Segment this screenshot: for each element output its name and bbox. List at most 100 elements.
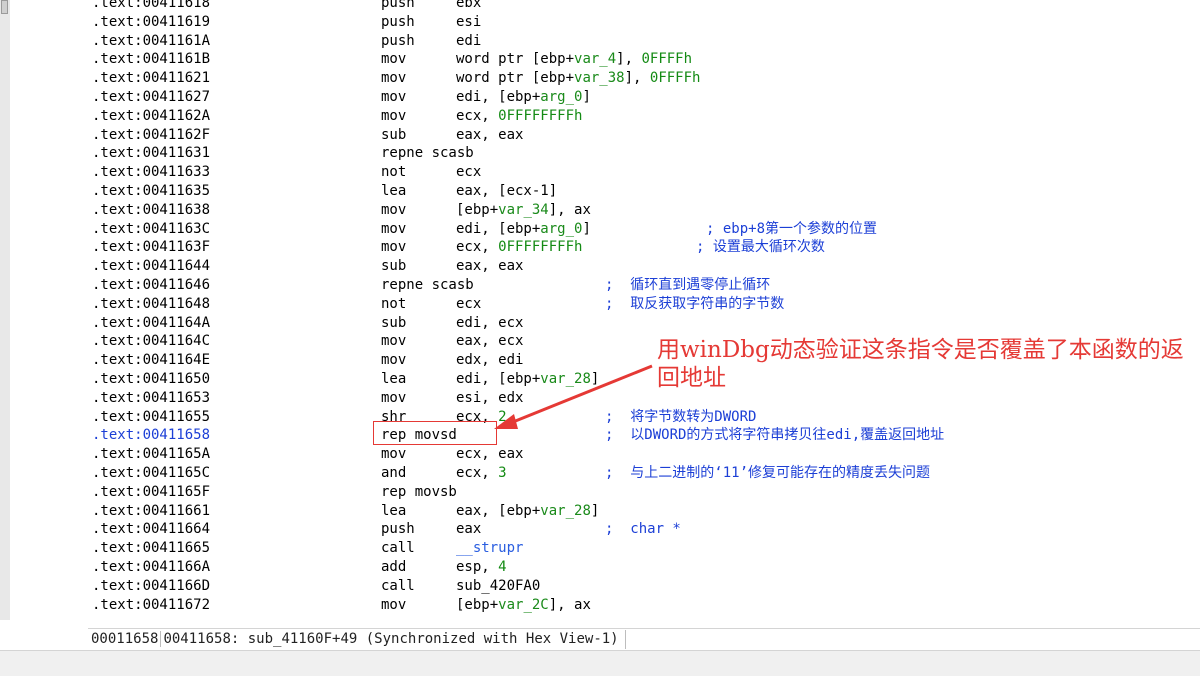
- instruction-operands[interactable]: word ptr [ebp+var_4], 0FFFFh: [456, 50, 692, 68]
- code-line[interactable]: •.text:0041162Fsubeax, eax: [88, 126, 1200, 144]
- instruction-operands[interactable]: edi, ecx: [456, 314, 523, 332]
- line-address[interactable]: .text:0041164C: [92, 332, 210, 350]
- instruction-operands[interactable]: eax, [ebp+var_28]: [456, 502, 599, 520]
- line-address[interactable]: .text:0041165F: [92, 483, 210, 501]
- instruction-operands[interactable]: ecx, 0FFFFFFFFh: [456, 238, 582, 256]
- code-line[interactable]: •.text:00411658rep movsd; 以DWORD的方式将字符串拷…: [88, 426, 1200, 444]
- line-address[interactable]: .text:00411621: [92, 69, 210, 87]
- code-line[interactable]: •.text:00411619pushesi: [88, 13, 1200, 31]
- line-address[interactable]: .text:00411635: [92, 182, 210, 200]
- code-line[interactable]: •.text:00411618pushebx: [88, 0, 1200, 12]
- instruction-mnemonic[interactable]: sub: [381, 126, 406, 144]
- instruction-operands[interactable]: eax, [ecx-1]: [456, 182, 557, 200]
- code-line[interactable]: •.text:0041163Fmovecx, 0FFFFFFFFh; 设置最大循…: [88, 238, 1200, 256]
- instruction-mnemonic[interactable]: lea: [381, 182, 406, 200]
- code-line[interactable]: •.text:0041164Asubedi, ecx: [88, 314, 1200, 332]
- instruction-operands[interactable]: ecx, 3: [456, 464, 507, 482]
- code-line[interactable]: •.text:00411644subeax, eax: [88, 257, 1200, 275]
- code-line[interactable]: •.text:00411638mov[ebp+var_34], ax: [88, 201, 1200, 219]
- line-address[interactable]: .text:00411638: [92, 201, 210, 219]
- instruction-mnemonic[interactable]: call: [381, 577, 415, 595]
- instruction-mnemonic[interactable]: lea: [381, 370, 406, 388]
- instruction-operands[interactable]: eax, eax: [456, 257, 523, 275]
- instruction-mnemonic[interactable]: rep movsb: [381, 483, 457, 501]
- instruction-mnemonic[interactable]: lea: [381, 502, 406, 520]
- instruction-operands[interactable]: [ebp+var_34], ax: [456, 201, 591, 219]
- instruction-operands[interactable]: edx, edi: [456, 351, 523, 369]
- line-address[interactable]: .text:00411672: [92, 596, 210, 614]
- instruction-operands[interactable]: edi, [ebp+var_28]: [456, 370, 599, 388]
- line-address[interactable]: .text:00411648: [92, 295, 210, 313]
- line-address[interactable]: .text:00411653: [92, 389, 210, 407]
- line-address[interactable]: .text:0041164A: [92, 314, 210, 332]
- code-line[interactable]: •.text:0041165Frep movsb: [88, 483, 1200, 501]
- instruction-operands[interactable]: ecx: [456, 295, 481, 313]
- code-line[interactable]: •.text:00411633notecx: [88, 163, 1200, 181]
- instruction-mnemonic[interactable]: mov: [381, 332, 406, 350]
- code-line[interactable]: •.text:00411631repne scasb: [88, 144, 1200, 162]
- line-address[interactable]: .text:00411664: [92, 520, 210, 538]
- code-line[interactable]: •.text:0041166Dcallsub_420FA0: [88, 577, 1200, 595]
- line-address[interactable]: .text:00411631: [92, 144, 210, 162]
- instruction-operands[interactable]: ecx, 0FFFFFFFFh: [456, 107, 582, 125]
- instruction-mnemonic[interactable]: mov: [381, 389, 406, 407]
- line-address[interactable]: .text:0041166A: [92, 558, 210, 576]
- code-line[interactable]: •.text:00411672mov[ebp+var_2C], ax: [88, 596, 1200, 614]
- instruction-mnemonic[interactable]: mov: [381, 107, 406, 125]
- instruction-mnemonic[interactable]: add: [381, 558, 406, 576]
- instruction-operands[interactable]: esp, 4: [456, 558, 507, 576]
- instruction-operands[interactable]: sub_420FA0: [456, 577, 540, 595]
- instruction-operands[interactable]: word ptr [ebp+var_38], 0FFFFh: [456, 69, 700, 87]
- line-address[interactable]: .text:0041164E: [92, 351, 210, 369]
- line-address[interactable]: .text:0041163F: [92, 238, 210, 256]
- instruction-mnemonic[interactable]: sub: [381, 314, 406, 332]
- code-line[interactable]: •.text:0041166Aaddesp, 4: [88, 558, 1200, 576]
- line-address[interactable]: .text:00411661: [92, 502, 210, 520]
- line-address[interactable]: .text:0041165A: [92, 445, 210, 463]
- code-line[interactable]: •.text:0041161Apushedi: [88, 32, 1200, 50]
- instruction-mnemonic[interactable]: mov: [381, 201, 406, 219]
- line-address[interactable]: .text:00411665: [92, 539, 210, 557]
- instruction-mnemonic[interactable]: mov: [381, 445, 406, 463]
- line-address[interactable]: .text:00411627: [92, 88, 210, 106]
- instruction-operands[interactable]: ecx, eax: [456, 445, 523, 463]
- instruction-operands[interactable]: ebx: [456, 0, 481, 12]
- code-line[interactable]: •.text:0041163Cmovedi, [ebp+arg_0]; ebp+…: [88, 220, 1200, 238]
- line-address[interactable]: .text:0041162F: [92, 126, 210, 144]
- instruction-mnemonic[interactable]: mov: [381, 50, 406, 68]
- instruction-operands[interactable]: eax: [456, 520, 481, 538]
- code-line[interactable]: •.text:00411664pusheax; char *: [88, 520, 1200, 538]
- line-address[interactable]: .text:0041166D: [92, 577, 210, 595]
- instruction-mnemonic[interactable]: and: [381, 464, 406, 482]
- instruction-mnemonic[interactable]: sub: [381, 257, 406, 275]
- instruction-mnemonic[interactable]: push: [381, 0, 415, 12]
- instruction-operands[interactable]: __strupr: [456, 539, 523, 557]
- instruction-operands[interactable]: esi: [456, 13, 481, 31]
- code-line[interactable]: •.text:00411635leaeax, [ecx-1]: [88, 182, 1200, 200]
- instruction-mnemonic[interactable]: repne scasb: [381, 276, 474, 294]
- line-address[interactable]: .text:0041162A: [92, 107, 210, 125]
- instruction-operands[interactable]: edi: [456, 32, 481, 50]
- line-address[interactable]: .text:00411619: [92, 13, 210, 31]
- code-line[interactable]: •.text:00411627movedi, [ebp+arg_0]: [88, 88, 1200, 106]
- instruction-mnemonic[interactable]: mov: [381, 88, 406, 106]
- instruction-mnemonic[interactable]: not: [381, 295, 406, 313]
- code-line[interactable]: •.text:0041165Candecx, 3; 与上二进制的‘11’修复可能…: [88, 464, 1200, 482]
- line-address[interactable]: .text:00411618: [92, 0, 210, 12]
- instruction-operands[interactable]: [ebp+var_2C], ax: [456, 596, 591, 614]
- instruction-operands[interactable]: eax, ecx: [456, 332, 523, 350]
- code-line[interactable]: •.text:00411646repne scasb; 循环直到遇零停止循环: [88, 276, 1200, 294]
- code-line[interactable]: •.text:00411648notecx; 取反获取字符串的字节数: [88, 295, 1200, 313]
- instruction-mnemonic[interactable]: mov: [381, 220, 406, 238]
- scrollbar-thumb[interactable]: [1, 0, 8, 14]
- line-address[interactable]: .text:0041163C: [92, 220, 210, 238]
- instruction-mnemonic[interactable]: repne scasb: [381, 144, 474, 162]
- instruction-mnemonic[interactable]: not: [381, 163, 406, 181]
- line-address[interactable]: .text:00411655: [92, 408, 210, 426]
- code-line[interactable]: •.text:00411621movword ptr [ebp+var_38],…: [88, 69, 1200, 87]
- line-address[interactable]: .text:0041161B: [92, 50, 210, 68]
- line-address[interactable]: .text:00411644: [92, 257, 210, 275]
- code-line[interactable]: •.text:00411655shrecx, 2; 将字节数转为DWORD: [88, 408, 1200, 426]
- instruction-operands[interactable]: edi, [ebp+arg_0]: [456, 220, 591, 238]
- instruction-mnemonic[interactable]: mov: [381, 238, 406, 256]
